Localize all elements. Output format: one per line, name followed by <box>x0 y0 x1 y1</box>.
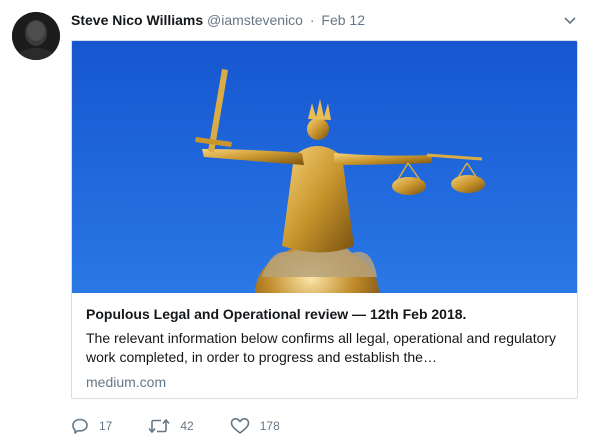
author-name[interactable]: Steve Nico Williams <box>71 12 203 28</box>
retweet-button[interactable]: 42 <box>148 417 194 435</box>
card-description: The relevant information below confirms … <box>86 330 557 365</box>
tweet-actions: 17 42 178 <box>71 414 316 438</box>
like-count: 178 <box>259 419 280 433</box>
chevron-down-icon[interactable] <box>563 14 577 28</box>
like-button[interactable]: 178 <box>230 417 280 435</box>
like-icon <box>230 418 250 434</box>
retweet-count: 42 <box>180 419 194 433</box>
tweet-header: Steve Nico Williams @iamstevenico · Feb … <box>71 12 577 32</box>
reply-icon <box>72 418 88 434</box>
card-image <box>72 41 577 293</box>
separator-dot: · <box>309 12 315 28</box>
card-domain: medium.com <box>86 374 167 390</box>
reply-button[interactable]: 17 <box>71 417 112 435</box>
reply-count: 17 <box>99 419 113 433</box>
card-title[interactable]: Populous Legal and Operational review — … <box>86 305 563 323</box>
avatar[interactable] <box>12 12 60 60</box>
retweet-icon <box>148 418 170 434</box>
card-body: Populous Legal and Operational review — … <box>86 305 563 391</box>
tweet[interactable]: Steve Nico Williams @iamstevenico · Feb … <box>0 0 589 448</box>
link-card[interactable]: Populous Legal and Operational review — … <box>71 40 578 399</box>
timestamp[interactable]: Feb 12 <box>321 12 365 28</box>
author-handle[interactable]: @iamstevenico <box>207 12 303 28</box>
